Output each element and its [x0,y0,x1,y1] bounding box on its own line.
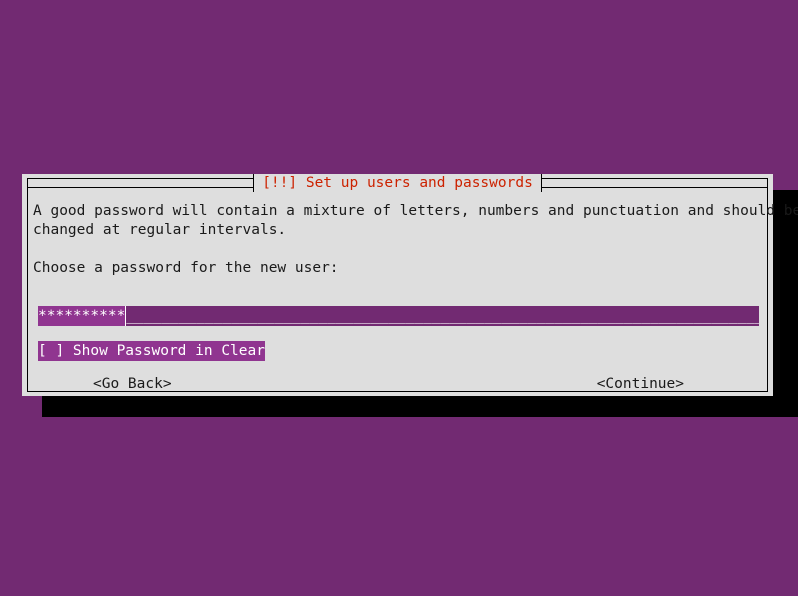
password-field-filler: ________________________________________… [126,308,759,324]
bottom-strip [0,590,798,596]
dialog-content: A good password will contain a mixture o… [33,202,798,392]
show-password-row[interactable]: [ ] Show Password in Clear [38,340,265,361]
title-rule-right [541,186,768,188]
password-advice-line2: changed at regular intervals. [33,222,287,238]
password-advice-line1: A good password will contain a mixture o… [33,203,798,219]
password-input[interactable]: ********** _____________________________… [38,306,759,326]
dialog-titlebar: [!!] Set up users and passwords [27,174,768,192]
installer-screen: [!!] Set up users and passwords A good p… [0,0,798,596]
dialog-title: [!!] Set up users and passwords [254,174,541,192]
status-bar: <Tab> moves; <Space> selects; <Enter> ac… [0,573,798,590]
title-tick-right [540,174,542,192]
go-back-button[interactable]: <Go Back> [93,374,172,394]
password-prompt-label: Choose a password for the new user: [33,260,339,276]
title-rule-left [27,186,254,188]
dialog-buttons: <Go Back> <Continue> [33,374,762,394]
show-password-checkbox[interactable]: [ ] Show Password in Clear [38,341,265,361]
dialog-window: [!!] Set up users and passwords A good p… [22,174,798,396]
continue-button[interactable]: <Continue> [597,374,684,394]
password-masked-value: ********** [38,306,126,326]
password-field-row[interactable]: ********** _____________________________… [38,306,759,326]
